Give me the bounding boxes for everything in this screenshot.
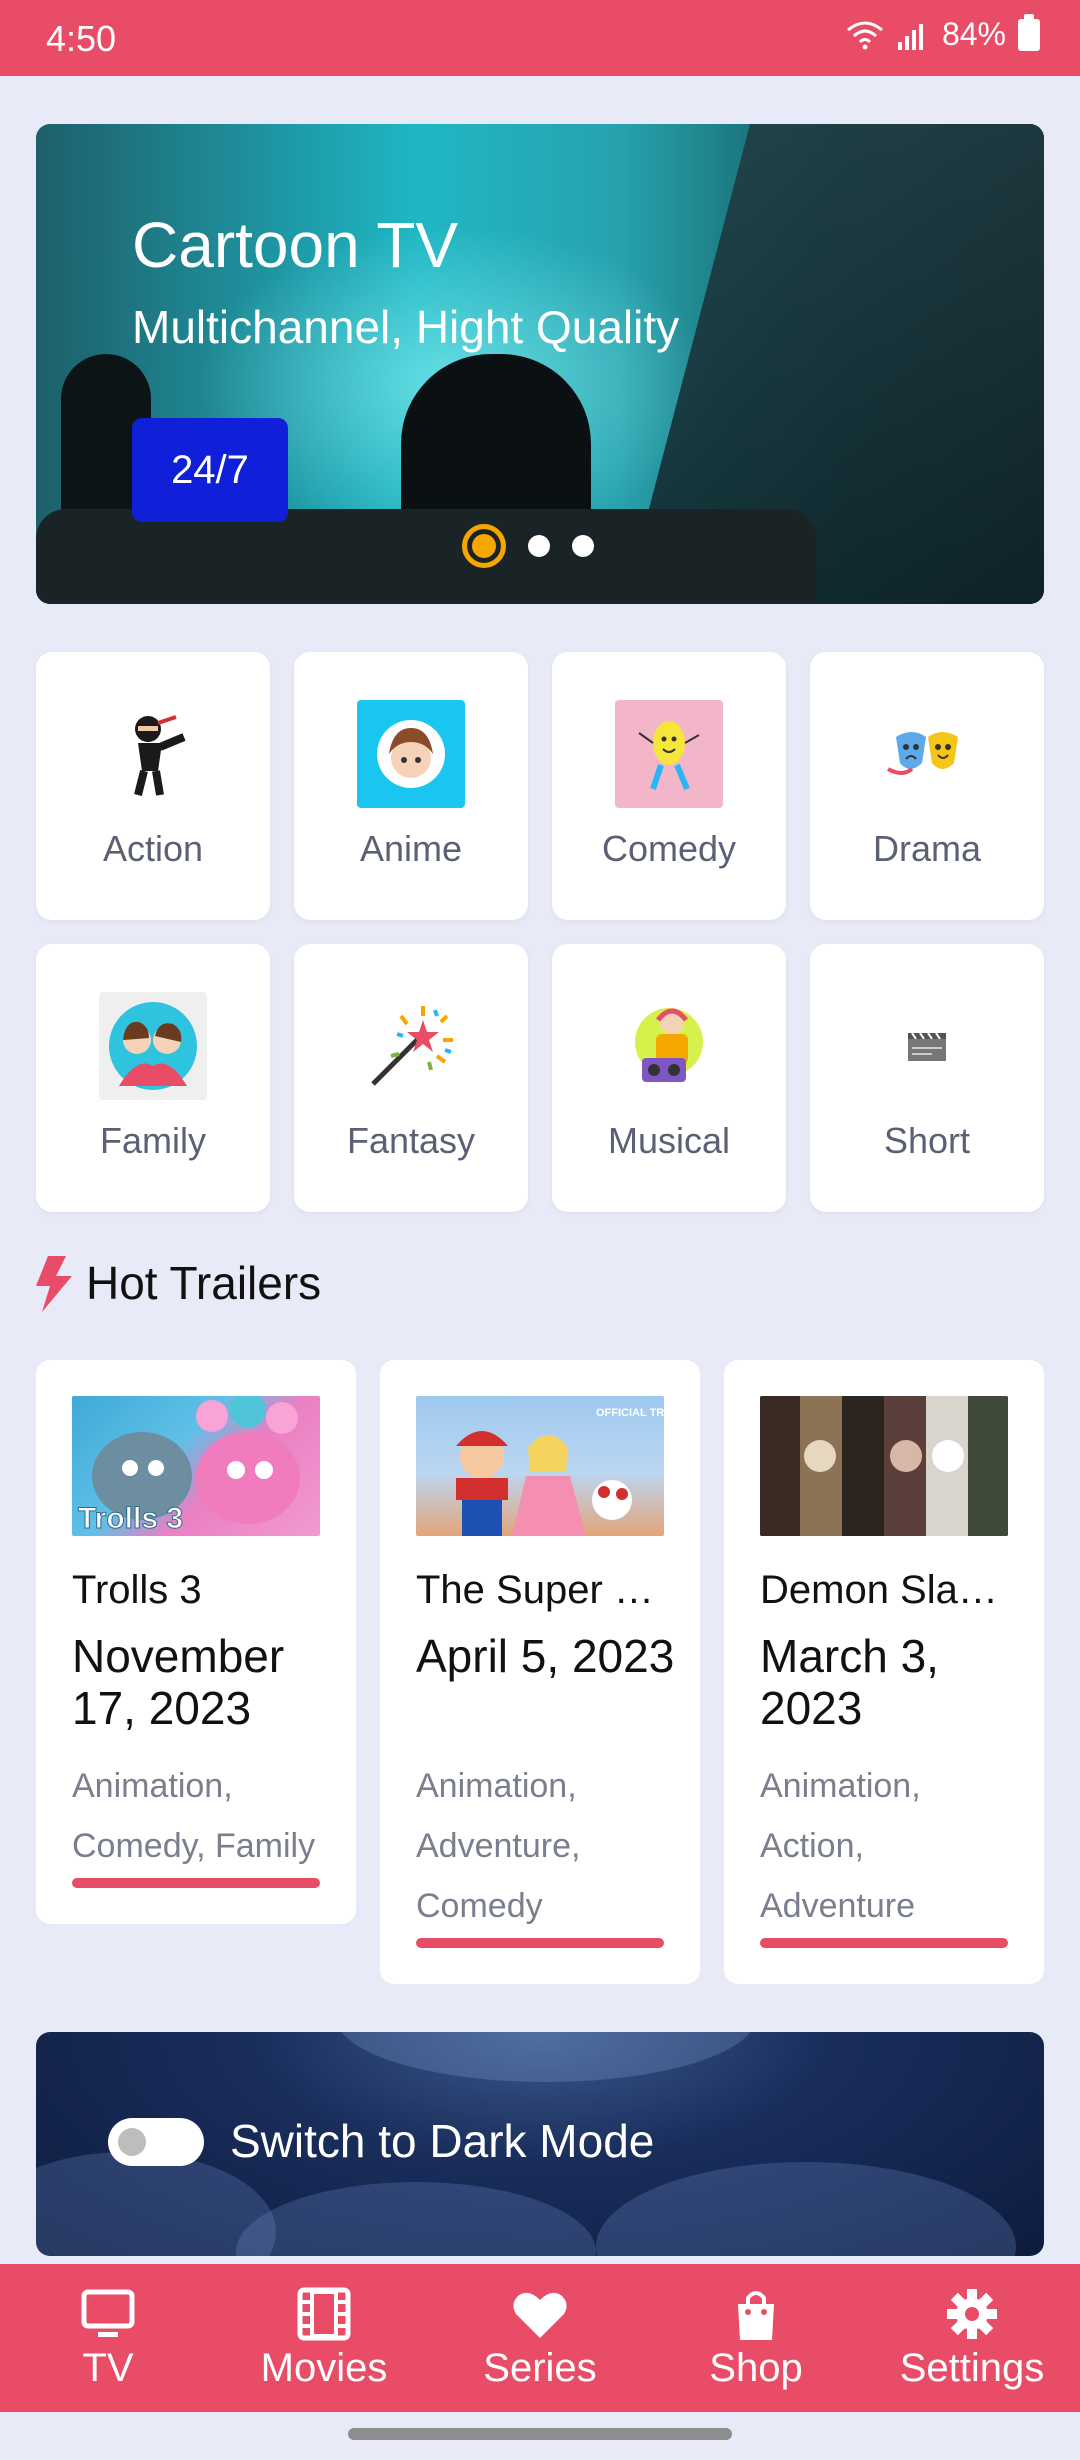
banner-title: Cartoon TV xyxy=(132,209,459,281)
ninja-icon xyxy=(99,700,207,808)
dark-mode-card[interactable]: Switch to Dark Mode xyxy=(36,2032,1044,2256)
nav-label: Shop xyxy=(709,2345,803,2390)
trailer-title: Demon Sla… xyxy=(760,1568,998,1612)
signal-icon xyxy=(897,23,923,50)
category-label: Family xyxy=(100,1120,206,1161)
nav-item-tv[interactable]: TV xyxy=(0,2264,216,2412)
trailer-progress-bar xyxy=(760,1938,1008,1948)
category-action[interactable]: Action xyxy=(36,652,270,920)
musician-icon xyxy=(615,992,723,1100)
status-bar: 4:50 84% xyxy=(0,0,1080,76)
magic-wand-icon xyxy=(357,992,465,1100)
nav-item-movies[interactable]: Movies xyxy=(216,2264,432,2412)
category-musical[interactable]: Musical xyxy=(552,944,786,1212)
toggle-knob xyxy=(118,2128,146,2156)
trailer-card-trolls-3[interactable]: Trolls 3 Trolls 3 November 17, 2023 Anim… xyxy=(36,1360,356,1924)
trailer-release-date: March 3, 2023 xyxy=(760,1630,939,1734)
category-label: Fantasy xyxy=(346,1120,476,1161)
tv-icon xyxy=(81,2289,135,2337)
nav-label: Series xyxy=(483,2345,597,2390)
category-label: Musical xyxy=(607,1120,731,1161)
trailer-card-super-mario[interactable]: OFFICIAL TRAILER The Super … April 5, 20… xyxy=(380,1360,700,1984)
category-label: Action xyxy=(102,828,204,869)
trailer-thumbnail: Trolls 3 xyxy=(72,1396,320,1536)
home-indicator[interactable] xyxy=(348,2428,732,2440)
carousel-dot-active[interactable] xyxy=(462,524,506,568)
family-icon xyxy=(99,992,207,1100)
category-short[interactable]: Short xyxy=(810,944,1044,1212)
status-indicators: 84% xyxy=(846,13,1040,53)
category-anime[interactable]: Anime xyxy=(294,652,528,920)
category-label: Short xyxy=(883,1120,971,1161)
heart-icon xyxy=(513,2292,567,2338)
theater-masks-icon xyxy=(873,700,981,808)
category-comedy[interactable]: Comedy xyxy=(552,652,786,920)
trailer-thumbnail xyxy=(760,1396,1008,1536)
shopping-bag-icon xyxy=(738,2290,774,2340)
trailer-card-demon-slayer[interactable]: Demon Sla… March 3, 2023 Animation, Acti… xyxy=(724,1360,1044,1984)
bottom-navigation: TV Movies Series Shop Settings xyxy=(0,2264,1080,2412)
category-drama[interactable]: Drama xyxy=(810,652,1044,920)
category-fantasy[interactable]: Fantasy xyxy=(294,944,528,1212)
clapperboard-icon xyxy=(873,992,981,1100)
lightning-bolt-icon xyxy=(36,1256,72,1312)
category-label: Drama xyxy=(872,828,982,869)
dark-mode-toggle[interactable] xyxy=(108,2118,204,2166)
banner-badge: 24/7 xyxy=(132,418,288,522)
hero-banner[interactable]: Cartoon TV Multichannel, Hight Quality 2… xyxy=(36,124,1044,604)
thumbnail-text: Trolls 3 xyxy=(78,1502,183,1535)
trailer-release-date: November 17, 2023 xyxy=(72,1630,285,1734)
wifi-icon xyxy=(847,21,883,49)
section-title-hot-trailers: Hot Trailers xyxy=(86,1257,322,1309)
carousel-indicator[interactable] xyxy=(462,524,594,568)
nav-item-shop[interactable]: Shop xyxy=(648,2264,864,2412)
category-label: Anime xyxy=(359,828,463,869)
thumbnail-text: OFFICIAL TRAILER xyxy=(596,1407,664,1419)
carousel-dot[interactable] xyxy=(528,535,550,557)
gear-icon xyxy=(947,2288,997,2339)
trailer-genres: Animation, Adventure, Comedy xyxy=(416,1767,581,1925)
film-icon xyxy=(297,2287,351,2340)
battery-percent: 84% xyxy=(941,16,1006,52)
banner-subtitle: Multichannel, Hight Quality xyxy=(132,301,680,353)
carousel-dot[interactable] xyxy=(572,535,594,557)
nav-label: Settings xyxy=(899,2345,1045,2390)
category-label: Comedy xyxy=(601,828,737,869)
battery-icon xyxy=(1018,13,1040,51)
category-family[interactable]: Family xyxy=(36,944,270,1212)
nav-item-settings[interactable]: Settings xyxy=(864,2264,1080,2412)
trailer-progress-bar xyxy=(72,1878,320,1888)
trailer-progress-bar xyxy=(416,1938,664,1948)
nav-item-series[interactable]: Series xyxy=(432,2264,648,2412)
dark-mode-label: Switch to Dark Mode xyxy=(230,2115,655,2167)
trailer-genres: Animation, Action, Adventure xyxy=(760,1767,921,1925)
trailer-thumbnail: OFFICIAL TRAILER xyxy=(416,1396,664,1536)
lemon-character-icon xyxy=(615,700,723,808)
trailer-genres: Animation, Comedy, Family xyxy=(72,1767,316,1865)
nav-label: TV xyxy=(82,2345,134,2390)
trailer-title: The Super … xyxy=(416,1568,654,1612)
nav-label: Movies xyxy=(260,2345,388,2390)
trailer-release-date: April 5, 2023 xyxy=(416,1630,675,1682)
trailer-title: Trolls 3 xyxy=(72,1568,202,1612)
anime-boy-icon xyxy=(357,700,465,808)
status-time: 4:50 xyxy=(46,18,117,59)
